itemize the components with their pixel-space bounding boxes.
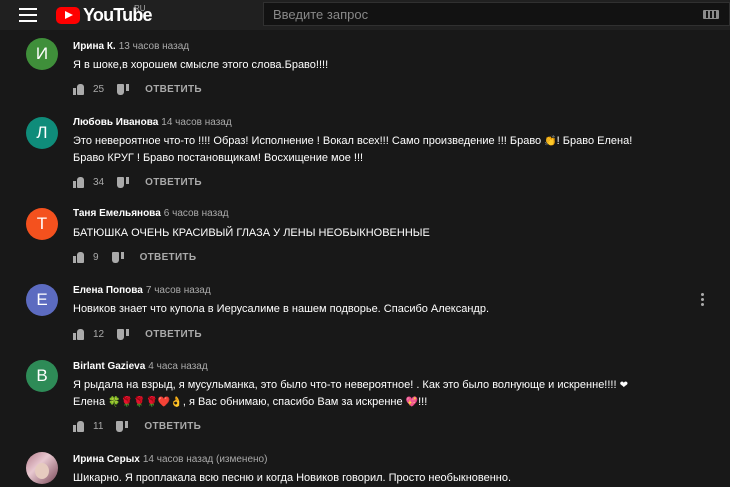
avatar[interactable] (26, 452, 58, 484)
comment-header: Birlant Gazieva 4 часа назад (73, 361, 208, 372)
like-count: 25 (93, 83, 105, 95)
comment-text: Я рыдала на взрыд, я мусульманка, это бы… (73, 377, 693, 411)
comment-text-part: ! Браво Елена! (556, 135, 633, 147)
top-bar: YouTube RU (0, 0, 730, 30)
like-count: 11 (93, 420, 104, 432)
comment-text: БАТЮШКА ОЧЕНЬ КРАСИВЫЙ ГЛАЗА У ЛЕНЫ НЕОБ… (73, 227, 430, 239)
search-box (263, 2, 730, 26)
sparkling-heart-emoji: 💖 (405, 397, 419, 408)
comment-text: Новиков знает что купола в Иерусалиме в … (73, 303, 490, 315)
reply-button[interactable]: ОТВЕТИТЬ (145, 329, 202, 340)
youtube-logo[interactable]: YouTube RU (56, 4, 153, 26)
avatar[interactable]: Е (26, 284, 58, 316)
dislike-icon[interactable] (117, 83, 130, 95)
comment-author[interactable]: Таня Емельянова (73, 208, 161, 219)
search-input[interactable] (264, 3, 684, 26)
comment-header: Ирина Серых 14 часов назад (изменено) (73, 454, 267, 465)
comment-author[interactable]: Любовь Иванова (73, 117, 158, 128)
avatar-initial: Л (36, 123, 48, 142)
reply-button[interactable]: ОТВЕТИТЬ (140, 252, 197, 263)
comment-text-part: Это невероятное что-то !!!! Образ! Испол… (73, 135, 545, 147)
avatar[interactable]: Т (26, 208, 58, 240)
comment-actions: 25 ОТВЕТИТЬ (73, 82, 202, 96)
avatar-initial: Е (36, 290, 48, 309)
reply-button[interactable]: ОТВЕТИТЬ (145, 84, 202, 95)
avatar-initial: Т (36, 214, 48, 233)
clap-emoji: 👏 (544, 136, 557, 147)
dislike-icon[interactable] (116, 420, 129, 432)
comment-text: Я в шоке,в хорошем смысле этого слова.Бр… (73, 59, 329, 71)
like-count: 12 (93, 328, 105, 340)
hamburger-menu-icon[interactable] (19, 8, 37, 22)
avatar-initial: B (36, 366, 48, 385)
comment-actions: 9 ОТВЕТИТЬ (73, 250, 196, 264)
avatar-photo (35, 463, 49, 479)
comment-text-part: , я Вас обнимаю, спасибо Вам за искренне (182, 396, 406, 408)
heart-emoji: ❤ (619, 380, 628, 391)
comment-header: Елена Попова 7 часов назад (73, 285, 211, 296)
keyboard-icon[interactable] (703, 10, 719, 19)
comment-time[interactable]: 13 часов назад (119, 41, 189, 52)
region-label: RU (134, 4, 146, 13)
comment-header: Любовь Иванова 14 часов назад (73, 117, 232, 128)
avatar[interactable]: И (26, 38, 58, 70)
like-icon[interactable] (73, 420, 85, 432)
dislike-icon[interactable] (117, 176, 130, 188)
comment-author[interactable]: Ирина К. (73, 41, 116, 52)
like-icon[interactable] (73, 328, 85, 340)
dislike-icon[interactable] (117, 328, 130, 340)
dislike-icon[interactable] (111, 251, 124, 263)
play-logo-icon (56, 6, 80, 24)
comment-time[interactable]: 6 часов назад (164, 208, 229, 219)
comment-actions: 34 ОТВЕТИТЬ (73, 175, 202, 189)
comment-header: Таня Емельянова 6 часов назад (73, 208, 229, 219)
like-icon[interactable] (73, 176, 85, 188)
avatar[interactable]: Л (26, 117, 58, 149)
comment-text: Это невероятное что-то !!!! Образ! Испол… (73, 133, 693, 167)
more-options-icon[interactable] (701, 293, 705, 307)
comment-text-part: !!! (418, 396, 428, 408)
comment-time[interactable]: 14 часов назад (изменено) (143, 454, 268, 465)
avatar-initial: И (35, 44, 49, 63)
comment-time[interactable]: 4 часа назад (148, 361, 207, 372)
reply-button[interactable]: ОТВЕТИТЬ (144, 421, 201, 432)
comment-author[interactable]: Ирина Серых (73, 454, 140, 465)
comment-time[interactable]: 7 часов назад (146, 285, 211, 296)
comment-actions: 11 ОТВЕТИТЬ (73, 419, 201, 433)
comment-text-part: Елена (73, 396, 109, 408)
flowers-emoji: 🍀🌹🌹🌹❤️👌 (108, 397, 183, 408)
comment-author[interactable]: Елена Попова (73, 285, 143, 296)
like-icon[interactable] (73, 83, 85, 95)
reply-button[interactable]: ОТВЕТИТЬ (145, 177, 202, 188)
comment-time[interactable]: 14 часов назад (161, 117, 231, 128)
comment-actions: 12 ОТВЕТИТЬ (73, 327, 202, 341)
avatar[interactable]: B (26, 360, 58, 392)
comment-text: Шикарно. Я проплакала всю песню и когда … (73, 472, 512, 484)
like-count: 34 (93, 176, 105, 188)
comment-text-part: Браво КРУГ ! Браво постановщикам! Восхищ… (73, 152, 364, 164)
like-icon[interactable] (73, 251, 85, 263)
comment-author[interactable]: Birlant Gazieva (73, 361, 145, 372)
comment-header: Ирина К. 13 часов назад (73, 41, 189, 52)
comment-text-part: Я рыдала на взрыд, я мусульманка, это бы… (73, 379, 620, 391)
like-count: 9 (93, 251, 99, 263)
